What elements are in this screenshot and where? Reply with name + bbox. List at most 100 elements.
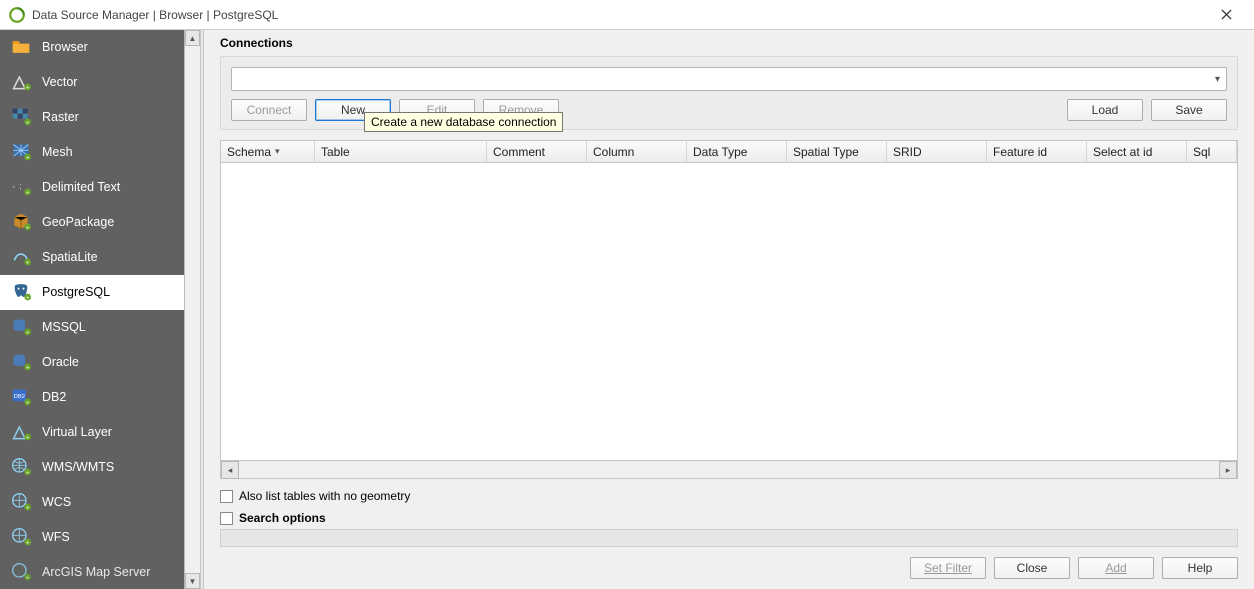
column-header-comment[interactable]: Comment	[487, 141, 587, 162]
checkbox-icon[interactable]	[220, 512, 233, 525]
svg-text:,: ,	[13, 179, 15, 189]
delimited-text-icon: ,; +	[10, 176, 32, 198]
svg-text:DB2: DB2	[14, 394, 25, 400]
sidebar-item-wms[interactable]: + WMS/WMTS	[0, 449, 200, 484]
sidebar-item-spatialite[interactable]: + SpatiaLite	[0, 240, 200, 275]
scroll-htrack[interactable]	[239, 461, 1219, 478]
sidebar-item-browser[interactable]: Browser	[0, 30, 200, 65]
sidebar-item-geopackage[interactable]: + GeoPackage	[0, 205, 200, 240]
load-connections-button[interactable]: Load	[1067, 99, 1143, 121]
sidebar-scrollbar[interactable]: ▲ ▼	[184, 30, 200, 589]
wfs-icon: +	[10, 526, 32, 548]
svg-text:;: ;	[19, 181, 21, 191]
sidebar-item-label: WMS/WMTS	[42, 460, 114, 474]
scroll-track[interactable]	[185, 46, 200, 573]
sidebar-item-vector[interactable]: + Vector	[0, 65, 200, 100]
close-window-button[interactable]	[1206, 0, 1246, 30]
sidebar-item-label: Raster	[42, 110, 79, 124]
svg-text:+: +	[26, 226, 30, 232]
column-header-schema[interactable]: Schema	[221, 141, 315, 162]
sidebar-item-label: Delimited Text	[42, 180, 120, 194]
window-title: Data Source Manager | Browser | PostgreS…	[32, 8, 1206, 22]
sidebar-item-label: Oracle	[42, 355, 79, 369]
scroll-up-icon[interactable]: ▲	[185, 30, 200, 46]
wcs-icon: +	[10, 491, 32, 513]
title-bar: Data Source Manager | Browser | PostgreS…	[0, 0, 1254, 30]
chevron-down-icon: ▾	[1215, 74, 1220, 85]
scroll-left-icon[interactable]: ◂	[221, 461, 239, 479]
set-filter-button[interactable]: Set Filter	[910, 557, 986, 579]
tables-table: Schema Table Comment Column Data Type Sp…	[220, 140, 1238, 479]
table-horizontal-scrollbar[interactable]: ◂ ▸	[221, 460, 1237, 478]
svg-text:+: +	[26, 505, 30, 511]
svg-text:+: +	[26, 156, 30, 162]
sidebar-item-wfs[interactable]: + WFS	[0, 519, 200, 554]
sidebar-item-postgresql[interactable]: + PostgreSQL	[0, 275, 200, 310]
save-connections-button[interactable]: Save	[1151, 99, 1227, 121]
column-header-feature-id[interactable]: Feature id	[987, 141, 1087, 162]
column-header-column[interactable]: Column	[587, 141, 687, 162]
svg-text:+: +	[26, 365, 30, 371]
folder-icon	[10, 36, 32, 58]
db2-icon: DB2+	[10, 386, 32, 408]
svg-text:+: +	[26, 330, 30, 336]
sidebar-item-arcgis[interactable]: + ArcGIS Map Server	[0, 554, 200, 589]
checkbox-icon[interactable]	[220, 490, 233, 503]
add-button[interactable]: Add	[1078, 557, 1154, 579]
sidebar-item-label: WFS	[42, 530, 70, 544]
spatialite-icon: +	[10, 246, 32, 268]
column-header-select-at-id[interactable]: Select at id	[1087, 141, 1187, 162]
sidebar-item-raster[interactable]: + Raster	[0, 100, 200, 135]
help-button[interactable]: Help	[1162, 557, 1238, 579]
close-button[interactable]: Close	[994, 557, 1070, 579]
wms-icon: +	[10, 456, 32, 478]
sidebar-item-label: MSSQL	[42, 320, 86, 334]
svg-text:+: +	[26, 261, 30, 267]
sidebar-item-label: Virtual Layer	[42, 425, 112, 439]
search-options-bar	[220, 529, 1238, 547]
column-header-data-type[interactable]: Data Type	[687, 141, 787, 162]
sidebar-item-label: GeoPackage	[42, 215, 114, 229]
sidebar-item-oracle[interactable]: + Oracle	[0, 344, 200, 379]
also-list-no-geometry-label: Also list tables with no geometry	[239, 489, 410, 503]
svg-text:+: +	[26, 296, 30, 302]
mssql-icon: +	[10, 316, 32, 338]
sidebar-item-label: Browser	[42, 40, 88, 54]
scroll-down-icon[interactable]: ▼	[185, 573, 200, 589]
provider-sidebar: Browser + Vector + Raster + Mesh	[0, 30, 200, 589]
also-list-no-geometry-row[interactable]: Also list tables with no geometry	[220, 489, 1238, 503]
content-pane: Connections ▾ Connect New Edit Remove Lo…	[204, 30, 1254, 589]
postgresql-icon: +	[10, 281, 32, 303]
sidebar-item-label: DB2	[42, 390, 66, 404]
oracle-icon: +	[10, 351, 32, 373]
column-header-sql[interactable]: Sql	[1187, 141, 1237, 162]
table-body[interactable]	[221, 163, 1237, 460]
virtual-layer-icon: +	[10, 421, 32, 443]
tooltip-new-connection: Create a new database connection	[364, 112, 563, 132]
svg-text:+: +	[26, 470, 30, 476]
sidebar-item-virtual-layer[interactable]: + Virtual Layer	[0, 414, 200, 449]
sidebar-item-label: Mesh	[42, 145, 73, 159]
sidebar-item-wcs[interactable]: + WCS	[0, 484, 200, 519]
sidebar-item-label: WCS	[42, 495, 71, 509]
column-header-srid[interactable]: SRID	[887, 141, 987, 162]
sidebar-item-label: SpatiaLite	[42, 250, 98, 264]
svg-text:+: +	[26, 540, 30, 546]
sidebar-item-mssql[interactable]: + MSSQL	[0, 310, 200, 345]
sidebar-item-label: ArcGIS Map Server	[42, 565, 150, 579]
search-options-row[interactable]: Search options	[220, 511, 1238, 525]
arcgis-icon: +	[10, 561, 32, 583]
connection-combobox[interactable]: ▾	[231, 67, 1227, 91]
svg-text:+: +	[26, 191, 30, 197]
sidebar-item-db2[interactable]: DB2+ DB2	[0, 379, 200, 414]
dialog-button-row: Set Filter Close Add Help	[220, 557, 1238, 579]
sidebar-item-delimited-text[interactable]: ,; + Delimited Text	[0, 170, 200, 205]
main-area: Browser + Vector + Raster + Mesh	[0, 30, 1254, 589]
column-header-table[interactable]: Table	[315, 141, 487, 162]
scroll-right-icon[interactable]: ▸	[1219, 461, 1237, 479]
raster-icon: +	[10, 106, 32, 128]
app-icon	[8, 6, 26, 24]
connect-button[interactable]: Connect	[231, 99, 307, 121]
sidebar-item-mesh[interactable]: + Mesh	[0, 135, 200, 170]
column-header-spatial-type[interactable]: Spatial Type	[787, 141, 887, 162]
